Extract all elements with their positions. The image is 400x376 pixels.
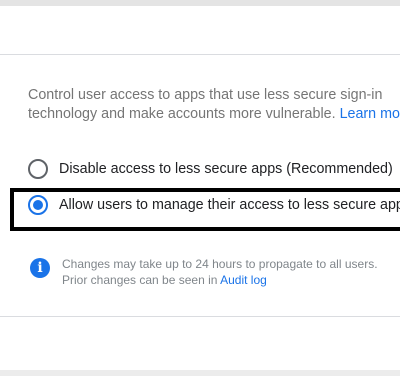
settings-card: Control user access to apps that use les… (0, 6, 400, 370)
radio-button-unselected[interactable] (28, 159, 48, 179)
description-line-1: Control user access to apps that use les… (28, 87, 383, 103)
card-header (0, 6, 400, 54)
radio-option-label: Allow users to manage their access to le… (59, 197, 400, 213)
bottom-strip (0, 370, 400, 376)
description-line-2-text: technology and make accounts more vulner… (28, 106, 336, 122)
radio-option-label: Disable access to less secure apps (Reco… (59, 161, 393, 177)
radio-option-disable-access[interactable]: Disable access to less secure apps (Reco… (28, 157, 393, 181)
footer-divider (0, 316, 400, 317)
setting-description: Control user access to apps that use les… (28, 86, 400, 124)
header-divider (0, 54, 400, 55)
notice-line-2: Prior changes can be seen in Audit log (62, 272, 378, 288)
settings-page: Control user access to apps that use les… (0, 0, 400, 376)
radio-option-allow-users[interactable]: Allow users to manage their access to le… (28, 193, 400, 217)
notice-line-1: Changes may take up to 24 hours to propa… (62, 257, 378, 271)
info-icon: i (30, 258, 50, 278)
learn-more-link[interactable]: Learn more (340, 106, 400, 122)
audit-log-link[interactable]: Audit log (220, 273, 267, 287)
description-line-2: technology and make accounts more vulner… (28, 105, 400, 124)
notice-line-2-text: Prior changes can be seen in (62, 273, 218, 287)
propagation-notice: Changes may take up to 24 hours to propa… (62, 256, 378, 288)
radio-button-selected[interactable] (28, 195, 48, 215)
